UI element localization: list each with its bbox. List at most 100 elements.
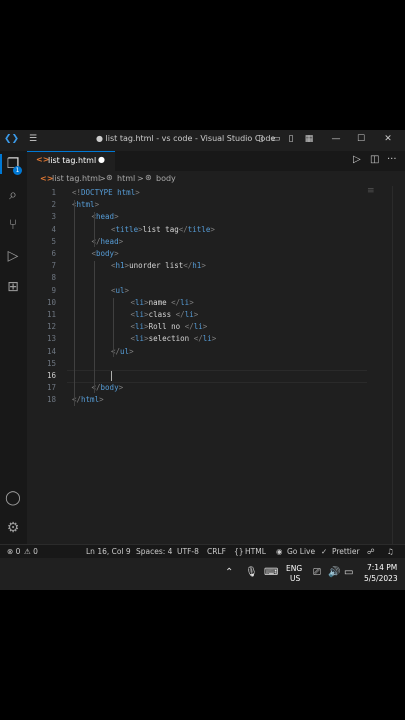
errors-count[interactable]: ⊗ 0: [7, 547, 20, 556]
toggle-panel-icon[interactable]: ▭: [270, 133, 282, 145]
vscode-logo-icon: ❮❯: [4, 134, 20, 144]
breadcrumb-file[interactable]: list tag.html: [52, 174, 100, 183]
source-control-icon[interactable]: ⑂: [3, 215, 23, 235]
active-indicator: [0, 154, 2, 174]
code-line[interactable]: <title>list tag</title>: [111, 225, 215, 234]
scrollbar-track[interactable]: [392, 186, 393, 544]
code-token: >: [118, 236, 124, 246]
more-actions-icon[interactable]: ···: [387, 154, 397, 165]
code-line[interactable]: <!DOCTYPE html>: [72, 188, 140, 197]
breadcrumb-body[interactable]: body: [156, 174, 176, 183]
run-debug-icon[interactable]: ▷: [3, 246, 23, 266]
clock-date[interactable]: 5/5/2023: [364, 574, 398, 583]
code-line[interactable]: <body>: [92, 249, 119, 258]
code-token: html: [81, 395, 100, 405]
code-line[interactable]: <li>Roll no </li>: [131, 322, 208, 331]
region-indicator[interactable]: US: [290, 574, 300, 583]
minimize-button[interactable]: —: [330, 133, 342, 145]
line-endings[interactable]: CRLF: [207, 547, 226, 556]
code-token: >: [129, 346, 134, 356]
maximize-button[interactable]: ☐: [355, 133, 367, 145]
code-token: head: [96, 212, 115, 222]
line-number: 9: [51, 285, 56, 295]
display-icon[interactable]: ⎚: [313, 567, 321, 578]
run-icon[interactable]: ▷: [353, 154, 361, 165]
code-line[interactable]: </head>: [92, 237, 124, 246]
code-token: html: [117, 188, 136, 197]
code-token: h1: [115, 261, 125, 271]
microphone-icon[interactable]: 🎙: [245, 567, 258, 578]
settings-gear-icon[interactable]: ⚙: [3, 518, 23, 538]
indent-guide: [93, 261, 95, 394]
toggle-sidebar-icon[interactable]: ▯: [255, 133, 267, 145]
code-token: html: [76, 200, 95, 210]
breadcrumb: <> list tag.html > ⊛ html > ⊛ body: [27, 171, 405, 186]
indent-guide: [113, 297, 114, 357]
code-token: li: [135, 297, 145, 307]
element-icon: ⊛: [106, 173, 113, 182]
code-token: li: [180, 297, 190, 307]
encoding[interactable]: UTF-8: [177, 547, 199, 556]
code-token: </: [183, 261, 193, 271]
breadcrumb-separator: >: [99, 174, 106, 183]
keyboard-icon[interactable]: ⌨: [264, 567, 278, 578]
code-token: </: [184, 322, 194, 332]
line-number: 15: [46, 358, 56, 368]
code-token: li: [135, 334, 145, 344]
cursor-position[interactable]: Ln 16, Col 9: [86, 547, 131, 556]
breadcrumb-html[interactable]: html: [117, 174, 135, 183]
notifications-bell-icon[interactable]: ♫: [387, 547, 394, 556]
code-token: selection: [148, 334, 194, 344]
code-line[interactable]: <li>name </li>: [131, 298, 194, 307]
unsaved-dot-icon[interactable]: ●: [98, 155, 105, 164]
code-line[interactable]: <li>class </li>: [131, 310, 199, 319]
account-icon[interactable]: ◯: [3, 488, 23, 508]
code-line[interactable]: </ul>: [111, 347, 134, 356]
close-button[interactable]: ✕: [382, 133, 394, 145]
indent-guide: [73, 200, 75, 406]
menu-icon[interactable]: ☰: [27, 133, 39, 145]
prettier-button[interactable]: Prettier: [332, 547, 360, 556]
code-line[interactable]: <h1>unorder list</h1>: [111, 261, 206, 270]
code-line[interactable]: <head>: [92, 212, 119, 221]
extensions-icon[interactable]: ⊞: [3, 277, 23, 297]
code-token: >: [99, 395, 104, 405]
code-token: name: [148, 297, 172, 307]
chevron-up-icon[interactable]: ⌃: [225, 567, 233, 578]
feedback-icon[interactable]: ☍: [367, 547, 375, 556]
code-line[interactable]: <li>selection </li>: [131, 334, 217, 343]
volume-icon[interactable]: 🔊: [328, 567, 340, 578]
minimap-icon: ≡: [367, 186, 375, 196]
battery-icon[interactable]: ▭: [344, 567, 353, 578]
split-editor-icon[interactable]: ◫: [370, 154, 379, 165]
warnings-count[interactable]: ⚠ 0: [24, 547, 38, 556]
customize-layout-icon[interactable]: ▦: [303, 133, 315, 145]
title-bar: ❮❯ ☰ ● list tag.html - vs code - Visual …: [0, 130, 405, 151]
code-token: DOCTYPE: [81, 188, 113, 197]
code-line[interactable]: <html>: [72, 200, 99, 209]
search-icon[interactable]: ⌕: [3, 185, 23, 205]
status-bar: ⊗ 0 ⚠ 0 Ln 16, Col 9 Spaces: 4 UTF-8 CRL…: [0, 544, 405, 558]
indentation[interactable]: Spaces: 4: [136, 547, 172, 556]
code-token: >: [189, 297, 194, 307]
tab-list-tag-html[interactable]: <> list tag.html ●: [27, 151, 115, 171]
tab-label: list tag.html: [48, 156, 97, 165]
code-token: </: [178, 224, 188, 234]
code-token: </: [175, 310, 185, 319]
clock-time[interactable]: 7:14 PM: [367, 563, 397, 572]
language-mode[interactable]: HTML: [245, 547, 266, 556]
code-editor[interactable]: 1 2 3 4 5 6 7 8 9 10 11 12 13 14 15 16 17 18 <!DOCTYPE ht…: [27, 186, 405, 544]
current-line-highlight: [67, 370, 367, 383]
code-token: >: [124, 285, 130, 295]
broadcast-icon: ◉: [276, 547, 283, 556]
windows-taskbar: ⌃ 🎙 ⌨ ENG US ⎚ 🔊 ▭ 7:14 PM 5/5/2023: [0, 558, 405, 590]
code-line[interactable]: </body>: [92, 383, 124, 392]
code-token: body: [96, 249, 115, 258]
code-token: h1: [192, 261, 202, 271]
toggle-secondary-sidebar-icon[interactable]: ▯: [285, 133, 297, 145]
language-indicator[interactable]: ENG: [286, 564, 302, 573]
code-line[interactable]: </html>: [72, 395, 104, 404]
code-line[interactable]: <ul>: [111, 286, 129, 295]
go-live-button[interactable]: Go Live: [287, 547, 315, 556]
code-token: title: [115, 224, 139, 234]
